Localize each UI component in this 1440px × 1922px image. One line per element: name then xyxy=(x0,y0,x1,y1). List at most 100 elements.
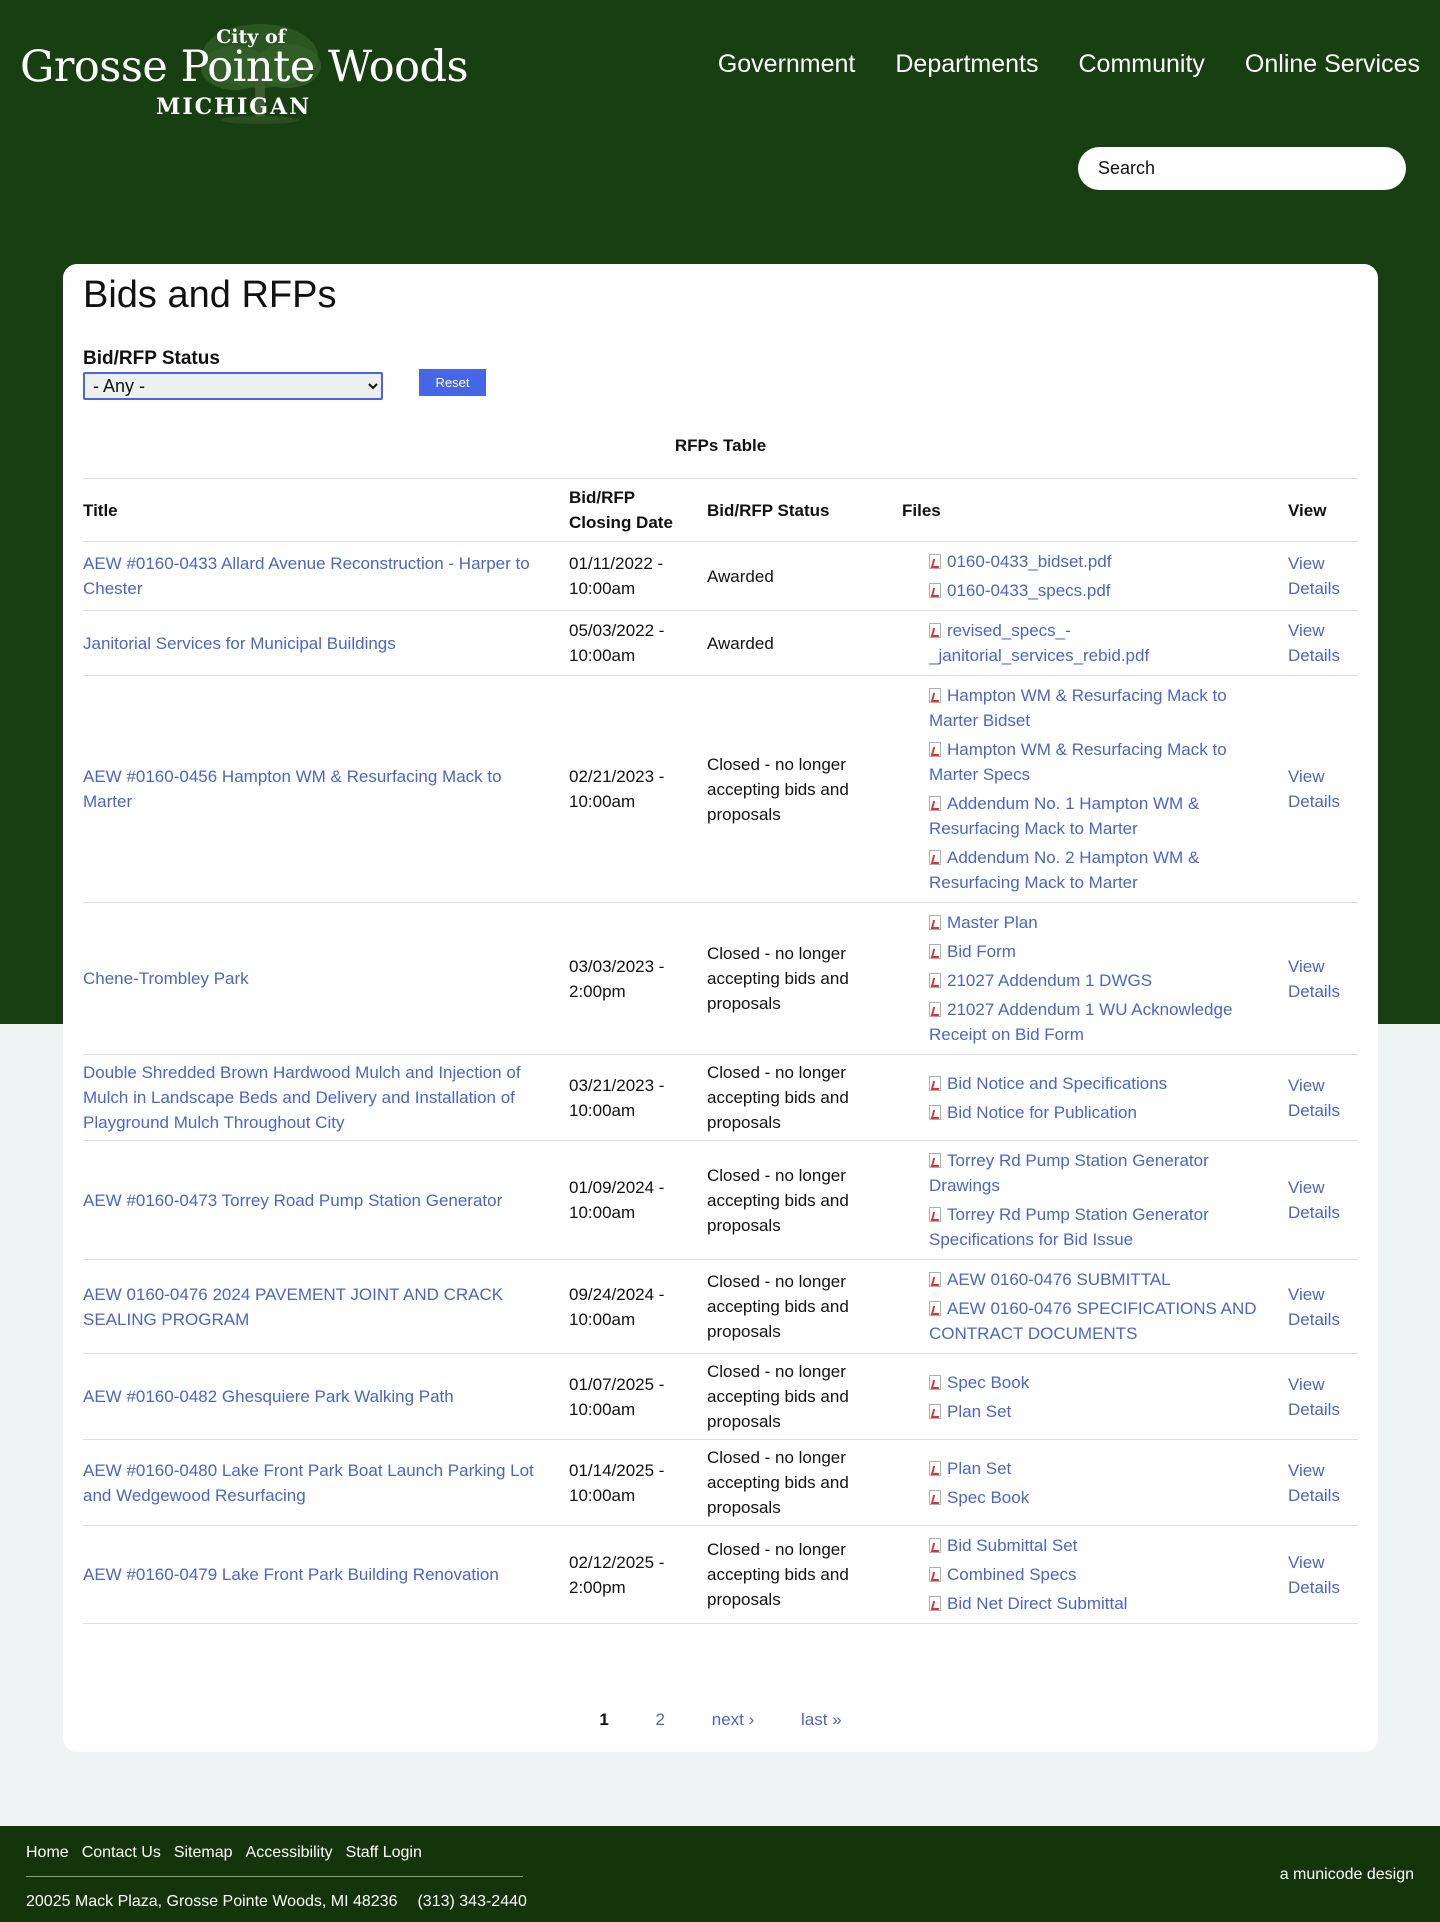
view-details-link[interactable]: View Details xyxy=(1288,767,1340,811)
file-item: revised_specs_-_janitorial_services_rebi… xyxy=(929,616,1270,670)
cell-view: View Details xyxy=(1288,902,1358,1055)
cell-files: Spec Book Plan Set xyxy=(902,1353,1288,1440)
file-link[interactable]: Plan Set xyxy=(947,1459,1011,1478)
pdf-icon xyxy=(929,1207,941,1222)
cell-closing-date: 01/14/2025 - 10:00am xyxy=(569,1439,707,1526)
file-link[interactable]: Spec Book xyxy=(947,1373,1029,1392)
cell-closing-date: 01/07/2025 - 10:00am xyxy=(569,1353,707,1440)
rfp-title-link[interactable]: Janitorial Services for Municipal Buildi… xyxy=(83,634,396,653)
file-item: 0160-0433_bidset.pdf xyxy=(929,547,1270,576)
cell-title: AEW #0160-0482 Ghesquiere Park Walking P… xyxy=(83,1353,569,1440)
file-link[interactable]: Bid Form xyxy=(947,942,1016,961)
file-link[interactable]: Addendum No. 2 Hampton WM & Resurfacing … xyxy=(929,848,1199,892)
cell-files: Master Plan Bid Form 21027 Addendum 1 DWGS… xyxy=(902,902,1288,1055)
content-card: Bids and RFPs Bid/RFP Status - Any - Res… xyxy=(63,264,1378,1752)
view-details-link[interactable]: View Details xyxy=(1288,1178,1340,1222)
cell-status: Closed - no longer accepting bids and pr… xyxy=(707,1439,902,1526)
status-filter-label: Bid/RFP Status xyxy=(83,348,220,369)
pager-page-2[interactable]: 2 xyxy=(656,1710,665,1729)
cell-title: AEW 0160-0476 2024 PAVEMENT JOINT AND CR… xyxy=(83,1259,569,1354)
file-link[interactable]: Torrey Rd Pump Station Generator Drawing… xyxy=(929,1151,1209,1195)
cell-view: View Details xyxy=(1288,1353,1358,1440)
file-link[interactable]: Torrey Rd Pump Station Generator Specifi… xyxy=(929,1205,1209,1249)
site-logo[interactable]: City of Grosse Pointe Woods MICHIGAN xyxy=(20,14,469,124)
view-details-link[interactable]: View Details xyxy=(1288,1553,1340,1597)
cell-title: AEW #0160-0456 Hampton WM & Resurfacing … xyxy=(83,675,569,903)
file-item: Bid Net Direct Submittal xyxy=(929,1589,1270,1618)
file-link[interactable]: AEW 0160-0476 SUBMITTAL xyxy=(947,1270,1171,1289)
file-link[interactable]: Hampton WM & Resurfacing Mack to Marter … xyxy=(929,686,1227,730)
cell-status: Closed - no longer accepting bids and pr… xyxy=(707,1525,902,1624)
cell-view: View Details xyxy=(1288,1439,1358,1526)
cell-view: View Details xyxy=(1288,610,1358,676)
file-link[interactable]: 0160-0433_specs.pdf xyxy=(947,581,1111,600)
header-status: Bid/RFP Status xyxy=(707,478,902,542)
pdf-icon xyxy=(929,1460,941,1476)
file-link[interactable]: Plan Set xyxy=(947,1402,1011,1421)
reset-button[interactable]: Reset xyxy=(419,369,486,396)
rfp-title-link[interactable]: AEW #0160-0480 Lake Front Park Boat Laun… xyxy=(83,1461,534,1505)
rfp-title-link[interactable]: AEW #0160-0433 Allard Avenue Reconstruct… xyxy=(83,554,530,598)
nav-departments[interactable]: Departments xyxy=(895,50,1038,79)
file-link[interactable]: Bid Submittal Set xyxy=(947,1536,1077,1555)
pager-last[interactable]: last » xyxy=(801,1710,842,1729)
file-item: AEW 0160-0476 SPECIFICATIONS AND CONTRAC… xyxy=(929,1294,1270,1348)
file-link[interactable]: 0160-0433_bidset.pdf xyxy=(947,552,1111,571)
footer-link-home[interactable]: Home xyxy=(26,1844,69,1862)
rfp-title-link[interactable]: AEW #0160-0456 Hampton WM & Resurfacing … xyxy=(83,767,502,811)
nav-government[interactable]: Government xyxy=(718,50,856,79)
rfp-title-link[interactable]: AEW #0160-0473 Torrey Road Pump Station … xyxy=(83,1191,502,1210)
view-details-link[interactable]: View Details xyxy=(1288,621,1340,665)
view-details-link[interactable]: View Details xyxy=(1288,957,1340,1001)
pdf-icon xyxy=(929,554,941,569)
pager: 1 2 next › last » xyxy=(63,1710,1378,1730)
pager-next[interactable]: next › xyxy=(712,1710,755,1729)
file-link[interactable]: 21027 Addendum 1 WU Acknowledge Receipt … xyxy=(929,1000,1232,1044)
footer-link-sitemap[interactable]: Sitemap xyxy=(174,1844,233,1862)
file-link[interactable]: Bid Notice and Specifications xyxy=(947,1074,1167,1093)
footer-link-accessibility[interactable]: Accessibility xyxy=(246,1844,333,1862)
file-link[interactable]: revised_specs_-_janitorial_services_rebi… xyxy=(929,621,1149,665)
footer: Home Contact Us Sitemap Accessibility St… xyxy=(0,1826,1440,1922)
footer-link-contact[interactable]: Contact Us xyxy=(82,1844,161,1862)
nav-community[interactable]: Community xyxy=(1079,50,1205,79)
rfp-title-link[interactable]: AEW #0160-0479 Lake Front Park Building … xyxy=(83,1565,499,1584)
file-link[interactable]: Hampton WM & Resurfacing Mack to Marter … xyxy=(929,740,1227,784)
file-link[interactable]: 21027 Addendum 1 DWGS xyxy=(947,971,1152,990)
view-details-link[interactable]: View Details xyxy=(1288,1375,1340,1419)
footer-link-staff-login[interactable]: Staff Login xyxy=(346,1844,422,1862)
footer-phone: (313) 343-2440 xyxy=(417,1893,527,1910)
file-link[interactable]: Bid Notice for Publication xyxy=(947,1103,1137,1122)
pdf-icon xyxy=(929,1002,941,1017)
pdf-icon xyxy=(929,850,941,865)
file-item: Hampton WM & Resurfacing Mack to Marter … xyxy=(929,681,1270,735)
rfp-title-link[interactable]: AEW 0160-0476 2024 PAVEMENT JOINT AND CR… xyxy=(83,1285,503,1329)
view-details-link[interactable]: View Details xyxy=(1288,1461,1340,1505)
file-link[interactable]: Addendum No. 1 Hampton WM & Resurfacing … xyxy=(929,794,1199,838)
cell-status: Awarded xyxy=(707,541,902,611)
file-item: Bid Notice for Publication xyxy=(929,1098,1270,1127)
file-link[interactable]: Master Plan xyxy=(947,913,1038,932)
rfp-title-link[interactable]: Chene-Trombley Park xyxy=(83,969,249,988)
view-details-link[interactable]: View Details xyxy=(1288,1285,1340,1329)
rfp-title-link[interactable]: Double Shredded Brown Hardwood Mulch and… xyxy=(83,1063,521,1132)
file-link[interactable]: Spec Book xyxy=(947,1488,1029,1507)
cell-view: View Details xyxy=(1288,541,1358,611)
table-body: AEW #0160-0433 Allard Avenue Reconstruct… xyxy=(83,541,1358,1624)
file-link[interactable]: AEW 0160-0476 SPECIFICATIONS AND CONTRAC… xyxy=(929,1299,1257,1343)
pdf-icon xyxy=(929,1403,941,1419)
cell-status: Closed - no longer accepting bids and pr… xyxy=(707,1259,902,1354)
rfp-title-link[interactable]: AEW #0160-0482 Ghesquiere Park Walking P… xyxy=(83,1387,454,1406)
cell-view: View Details xyxy=(1288,1259,1358,1354)
view-details-link[interactable]: View Details xyxy=(1288,554,1340,598)
status-filter-select[interactable]: - Any - xyxy=(83,372,383,400)
search-input[interactable] xyxy=(1078,147,1406,190)
nav-online-services[interactable]: Online Services xyxy=(1245,50,1420,79)
file-item: Torrey Rd Pump Station Generator Drawing… xyxy=(929,1146,1270,1200)
logo-state: MICHIGAN xyxy=(156,94,312,120)
file-item: Master Plan xyxy=(929,908,1270,937)
file-link[interactable]: Bid Net Direct Submittal xyxy=(947,1594,1127,1613)
file-link[interactable]: Combined Specs xyxy=(947,1565,1076,1584)
view-details-link[interactable]: View Details xyxy=(1288,1076,1340,1120)
pdf-icon xyxy=(929,583,941,598)
